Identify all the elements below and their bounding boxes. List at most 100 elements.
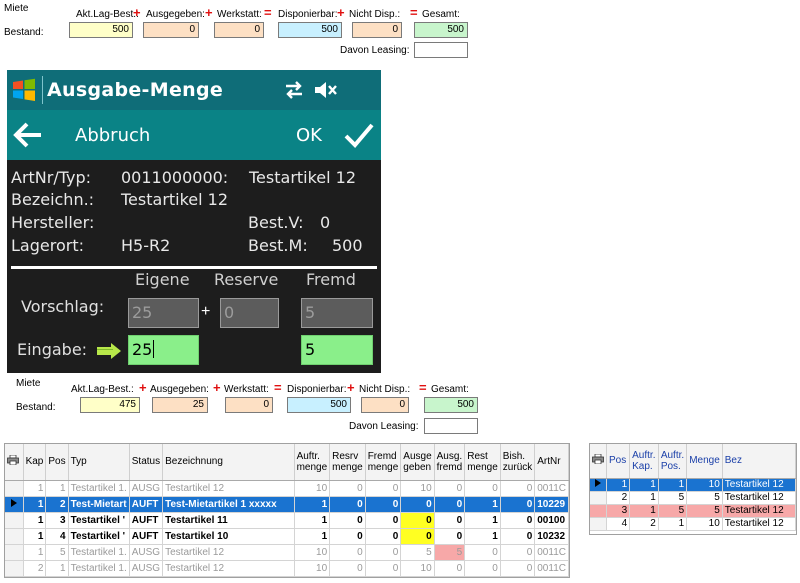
col-header[interactable]: Pos: [45, 444, 69, 481]
cell-rest: 0: [464, 480, 501, 497]
cell-kap: 1: [23, 544, 47, 561]
row-header[interactable]: [590, 504, 607, 518]
table-row[interactable]: 1 3 Testartikel ' AUFT Testartikel 11 1 …: [5, 512, 569, 529]
row-header[interactable]: [5, 528, 24, 545]
gesamt-field[interactable]: 500: [424, 397, 478, 413]
col-header[interactable]: Status: [129, 444, 164, 481]
table-row[interactable]: 1 5 Testartikel 1. AUSG Testartikel 12 1…: [5, 544, 569, 561]
back-arrow-icon[interactable]: [11, 120, 45, 150]
table-row[interactable]: 1 1 Testartikel 1. AUSG Testartikel 12 1…: [5, 480, 569, 497]
cell-resrv: 0: [329, 480, 366, 497]
checkmark-icon[interactable]: [343, 120, 375, 150]
col-header[interactable]: Rest menge: [464, 444, 501, 481]
col-header[interactable]: Ausg. fremd: [434, 444, 466, 481]
cell-rest: 1: [464, 496, 501, 513]
cell-bezeichnung: Testartikel 11: [162, 512, 295, 529]
ausgegeben-field[interactable]: 25: [152, 397, 208, 413]
ok-button[interactable]: OK: [296, 125, 322, 146]
col-header[interactable]: Bez: [722, 444, 796, 479]
col-header[interactable]: Pos: [606, 444, 631, 479]
issue-grid: Pos Auftr. Kap. Auftr. Pos. Menge Bez 1 …: [589, 443, 797, 535]
row-header[interactable]: [5, 560, 24, 577]
ausgegeben-label: Ausgegeben:: [146, 9, 205, 20]
cell-artnr: 00100: [534, 512, 569, 529]
printer-icon[interactable]: [592, 454, 604, 465]
nicht-disp-label: Nicht Disp.:: [349, 9, 401, 20]
cell-resrv: 0: [329, 512, 366, 529]
cell-pos: 4: [45, 528, 69, 545]
col-header[interactable]: Ausge geben: [400, 444, 435, 481]
akt-lag-label: Akt.Lag-Best.:: [76, 9, 139, 20]
table-row[interactable]: 2 1 5 5 Testartikel 12: [590, 491, 796, 505]
cell-pos: 2: [606, 491, 631, 505]
gesamt-field[interactable]: 500: [414, 22, 468, 38]
davon-leasing-label: Davon Leasing:: [340, 45, 410, 56]
col-header[interactable]: Menge: [686, 444, 723, 479]
side-grid-printer-header[interactable]: [590, 444, 607, 479]
ausgegeben-field[interactable]: 0: [143, 22, 199, 38]
col-header[interactable]: Bish. zurück: [500, 444, 536, 481]
cell-auftr: 10: [294, 560, 331, 577]
row-header[interactable]: [590, 478, 607, 492]
row-header[interactable]: [5, 496, 24, 513]
cell-typ: Test-Mietart: [68, 496, 130, 513]
col-header[interactable]: Typ: [68, 444, 130, 481]
akt-lag-field[interactable]: 500: [69, 22, 133, 38]
disponierbar-field[interactable]: 500: [278, 22, 342, 38]
table-row[interactable]: 1 2 Test-Mietart AUFT Test-Mietartikel 1…: [5, 496, 569, 513]
lagerort-label: Lagerort:: [11, 236, 84, 255]
davon-leasing-field[interactable]: [424, 418, 478, 434]
col-header[interactable]: Fremd menge: [365, 444, 402, 481]
cell-status: AUSG: [129, 560, 164, 577]
werkstatt-field[interactable]: 0: [214, 22, 264, 38]
row-header[interactable]: [5, 512, 24, 529]
col-header[interactable]: Auftr. Pos.: [658, 444, 688, 479]
nicht-disp-field[interactable]: 0: [361, 397, 409, 413]
title-separator: [42, 76, 43, 104]
bezeichn-label: Bezeichn.:: [11, 190, 95, 209]
table-row[interactable]: 1 4 Testartikel ' AUFT Testartikel 10 1 …: [5, 528, 569, 545]
cell-ausgegeben: 5: [400, 544, 435, 561]
artnr-type: Testartikel 12: [249, 168, 357, 187]
table-row[interactable]: 1 1 1 10 Testartikel 12: [590, 478, 796, 492]
cell-typ: Testartikel 1.: [68, 480, 130, 497]
table-row[interactable]: 4 2 1 10 Testartikel 12: [590, 517, 796, 531]
cell-kap: 1: [23, 512, 47, 529]
eingabe-eigene-input[interactable]: 25: [128, 335, 199, 365]
cell-typ: Testartikel ': [68, 512, 130, 529]
eingabe-fremd-input[interactable]: 5: [301, 335, 373, 365]
col-header[interactable]: ArtNr: [534, 444, 569, 481]
col-header[interactable]: Resrv menge: [329, 444, 366, 481]
cancel-button[interactable]: Abbruch: [75, 125, 150, 146]
cell-resrv: 0: [329, 528, 366, 545]
row-header[interactable]: [5, 480, 24, 497]
speaker-muted-icon[interactable]: [313, 79, 339, 101]
connectivity-icon[interactable]: [283, 80, 305, 100]
cell-menge: 10: [686, 478, 723, 492]
disponierbar-field[interactable]: 500: [287, 397, 351, 413]
cell-ausgegeben: 0: [400, 512, 435, 529]
grid-printer-header[interactable]: [5, 444, 24, 481]
werkstatt-field[interactable]: 0: [225, 397, 273, 413]
row-header[interactable]: [590, 517, 607, 531]
nicht-disp-field[interactable]: 0: [352, 22, 402, 38]
ausgegeben-label: Ausgegeben:: [150, 384, 209, 395]
table-row[interactable]: 3 1 5 5 Testartikel 12: [590, 504, 796, 518]
windows-logo-icon[interactable]: [11, 77, 37, 103]
col-header[interactable]: Auftr. Kap.: [629, 444, 659, 479]
row-header[interactable]: [590, 491, 607, 505]
col-header[interactable]: Auftr. menge: [294, 444, 331, 481]
best-m-label: Best.M:: [248, 236, 308, 255]
table-row[interactable]: 2 1 Testartikel 1. AUSG Testartikel 12 1…: [5, 560, 569, 577]
col-header[interactable]: Bezeichnung: [162, 444, 295, 481]
row-header[interactable]: [5, 544, 24, 561]
gesamt-label: Gesamt:: [422, 9, 460, 20]
printer-icon[interactable]: [7, 455, 19, 466]
cell-status: AUFT: [129, 496, 164, 513]
cell-pos: 4: [606, 517, 631, 531]
vorschlag-label: Vorschlag:: [21, 297, 105, 316]
cell-auftr: 1: [294, 528, 331, 545]
akt-lag-field[interactable]: 475: [80, 397, 140, 413]
davon-leasing-field[interactable]: [414, 42, 468, 58]
col-header[interactable]: Kap: [23, 444, 47, 481]
